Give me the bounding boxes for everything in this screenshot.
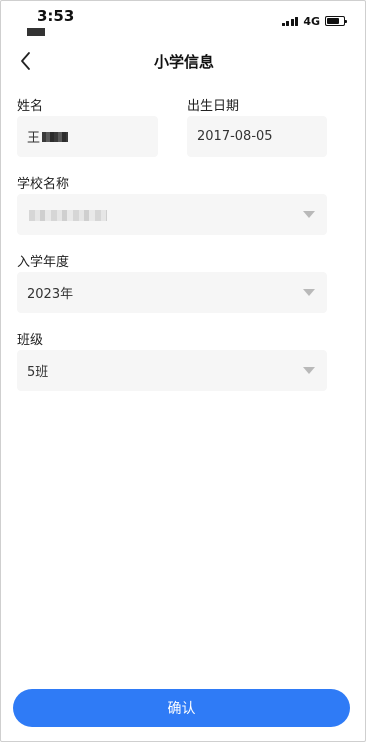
nav-bar: 小学信息 (1, 41, 366, 81)
carrier-icon (27, 28, 45, 36)
class-label: 班级 (17, 333, 44, 348)
school-select[interactable] (17, 194, 327, 235)
battery-icon (325, 16, 347, 26)
status-bar: 3:53 4G (1, 1, 366, 41)
redacted-text (29, 210, 107, 221)
name-label: 姓名 (17, 99, 44, 114)
class-select[interactable]: 5班 (17, 350, 327, 391)
redacted-text (42, 131, 69, 142)
status-time: 3:53 (37, 7, 75, 25)
page-title: 小学信息 (153, 53, 214, 71)
caret-down-icon (303, 367, 315, 374)
birth-date-field[interactable]: 2017-08-05 (187, 116, 327, 157)
enroll-year-label: 入学年度 (17, 255, 70, 270)
birth-date-label: 出生日期 (187, 99, 240, 114)
confirm-button[interactable]: 确认 (13, 689, 350, 727)
birth-date-value: 2017-08-05 (197, 129, 273, 144)
caret-down-icon (303, 289, 315, 296)
signal-icon (281, 16, 299, 26)
network-label: 4G (303, 14, 320, 28)
status-indicators: 4G (281, 14, 347, 28)
class-value: 5班 (27, 365, 49, 380)
name-field[interactable]: 王 (17, 116, 158, 157)
enroll-year-value: 2023年 (27, 287, 74, 302)
school-label: 学校名称 (17, 177, 70, 192)
phone-frame: 3:53 4G 小学信息 姓名 王 出生日期 2017-08-05 学校名称 入… (0, 0, 366, 742)
name-value: 王 (27, 131, 41, 146)
enroll-year-select[interactable]: 2023年 (17, 272, 327, 313)
caret-down-icon (303, 211, 315, 218)
